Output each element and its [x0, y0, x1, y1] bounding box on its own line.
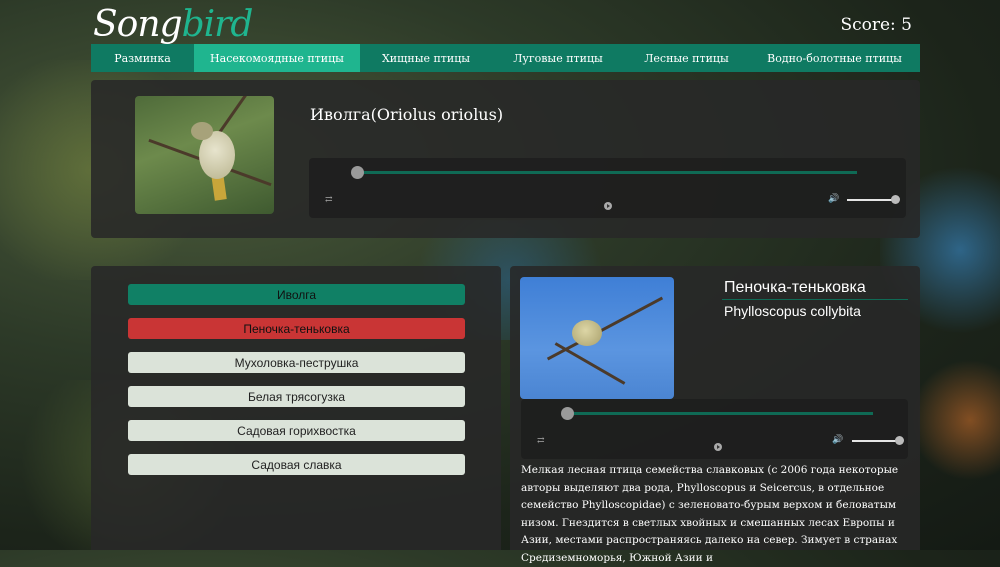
answer-option[interactable]: Садовая славка [128, 454, 465, 475]
bird-name-russian: Пеночка-теньковка [724, 279, 866, 296]
shuffle-icon[interactable]: ⇄ [325, 195, 333, 205]
nav-item-wetland[interactable]: Водно-болотные птицы [749, 44, 920, 72]
category-nav: Разминка Насекомоядные птицы Хищные птиц… [91, 44, 920, 72]
nav-item-warmup[interactable]: Разминка [91, 44, 194, 72]
answer-option[interactable]: Мухоловка-пеструшка [128, 352, 465, 373]
question-bird-image [135, 96, 274, 214]
answer-option[interactable]: Садовая горихвостка [128, 420, 465, 441]
branch-shape [554, 342, 626, 385]
volume-track[interactable] [847, 199, 895, 201]
nav-item-meadow[interactable]: Луговые птицы [492, 44, 624, 72]
volume-icon[interactable]: 🔊 [828, 194, 839, 204]
shuffle-icon[interactable]: ⇄ [537, 436, 545, 446]
app-logo: Songbird [93, 4, 254, 45]
volume-thumb[interactable] [891, 195, 900, 204]
logo-part-song: Song [93, 4, 183, 45]
details-bird-image [520, 277, 674, 399]
volume-thumb[interactable] [895, 436, 904, 445]
play-button[interactable] [604, 202, 612, 210]
bird-details-panel: Пеночка-теньковка Phylloscopus collybita… [510, 266, 920, 564]
answer-option-wrong[interactable]: Пеночка-теньковка [128, 318, 465, 339]
progress-track[interactable] [567, 412, 873, 415]
progress-thumb[interactable] [351, 166, 364, 179]
question-panel: Иволга(Oriolus oriolus) ⇄ 🔊 [91, 80, 920, 238]
name-divider [722, 299, 908, 300]
score-display: Score: 5 [840, 15, 912, 35]
answer-option[interactable]: Белая трясогузка [128, 386, 465, 407]
volume-icon[interactable]: 🔊 [832, 435, 843, 445]
nav-item-insectivores[interactable]: Насекомоядные птицы [194, 44, 360, 72]
question-title: Иволга(Oriolus oriolus) [310, 105, 504, 124]
progress-thumb[interactable] [561, 407, 574, 420]
nav-item-predators[interactable]: Хищные птицы [360, 44, 492, 72]
bird-name-latin: Phylloscopus collybita [724, 303, 861, 319]
bird-description: Мелкая лесная птица семейства славковых … [521, 464, 899, 564]
bird-head-shape [191, 122, 213, 140]
question-audio-player: ⇄ 🔊 [309, 158, 906, 218]
details-audio-player: ⇄ 🔊 [521, 399, 908, 459]
volume-track[interactable] [852, 440, 900, 442]
answer-option-correct[interactable]: Иволга [128, 284, 465, 305]
nav-item-forest[interactable]: Лесные птицы [624, 44, 749, 72]
progress-track[interactable] [357, 171, 857, 174]
play-button[interactable] [714, 443, 722, 451]
bird-body-shape [572, 320, 602, 346]
logo-part-bird: bird [181, 4, 254, 45]
answers-panel: Иволга Пеночка-теньковка Мухоловка-пестр… [91, 266, 501, 550]
